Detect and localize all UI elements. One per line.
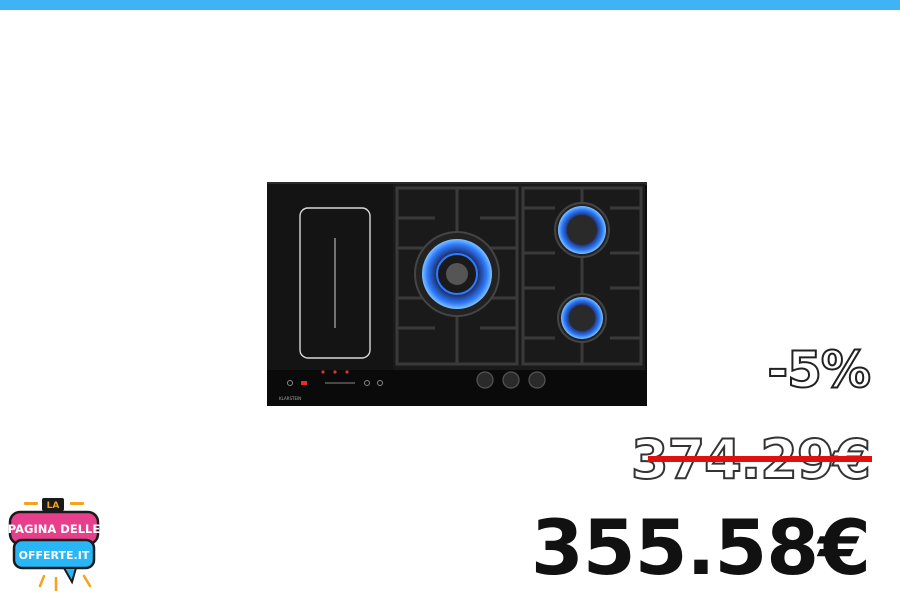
site-logo: LA PAGINA DELLE OFFERTE.IT: [8, 498, 101, 592]
svg-text:KLARSTEIN: KLARSTEIN: [279, 396, 301, 401]
top-accent-bar: [0, 0, 900, 10]
discount-badge: -5%: [766, 340, 872, 400]
cooktop-image: KLARSTEIN: [267, 182, 647, 406]
new-price: 355.58€: [530, 503, 871, 592]
logo-line2: PAGINA DELLE: [8, 522, 101, 536]
logo-line1: LA: [47, 501, 60, 511]
price-strikethrough: [648, 456, 872, 462]
logo-line3: OFFERTE.IT: [19, 549, 90, 562]
